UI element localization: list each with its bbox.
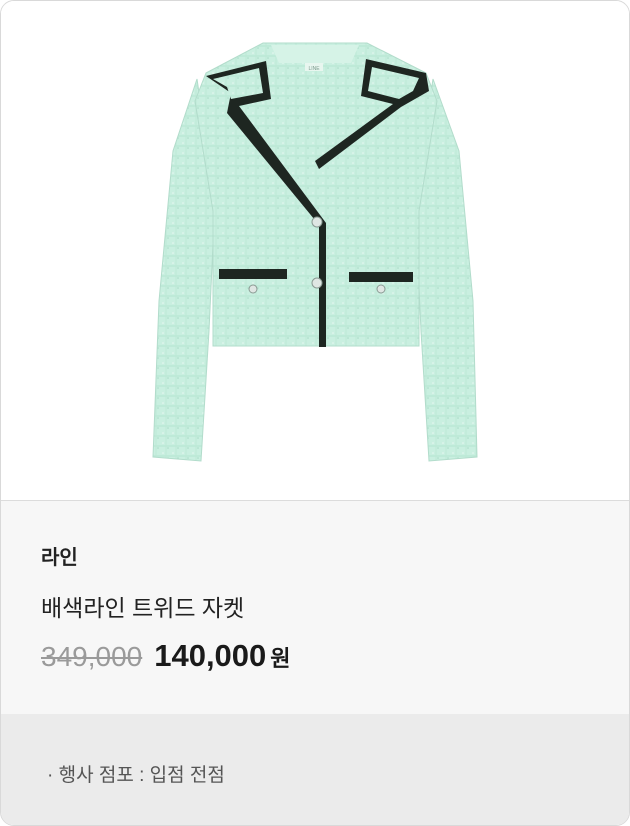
- sale-price: 140,000: [154, 638, 267, 673]
- original-price: 349,000: [41, 641, 143, 672]
- product-image[interactable]: LINE: [1, 1, 629, 501]
- tweed-jacket-image: LINE: [152, 42, 478, 462]
- price-row: 349,000 140,000 원: [41, 638, 291, 674]
- currency-unit: 원: [270, 646, 291, 671]
- product-info: 라인 배색라인 트위드 자켓 349,000 140,000 원: [1, 501, 629, 714]
- store-info: · 행사 점포 : 입점 전점: [47, 765, 225, 786]
- svg-text:LINE: LINE: [308, 66, 320, 72]
- product-card[interactable]: LINE 라인 배색라인 트위드 자켓 349,000 140,000 원 · …: [0, 0, 630, 826]
- product-name[interactable]: 배색라인 트위드 자켓: [41, 589, 244, 623]
- brand-name[interactable]: 라인: [41, 541, 78, 570]
- store-info-footer: · 행사 점포 : 입점 전점: [1, 714, 629, 825]
